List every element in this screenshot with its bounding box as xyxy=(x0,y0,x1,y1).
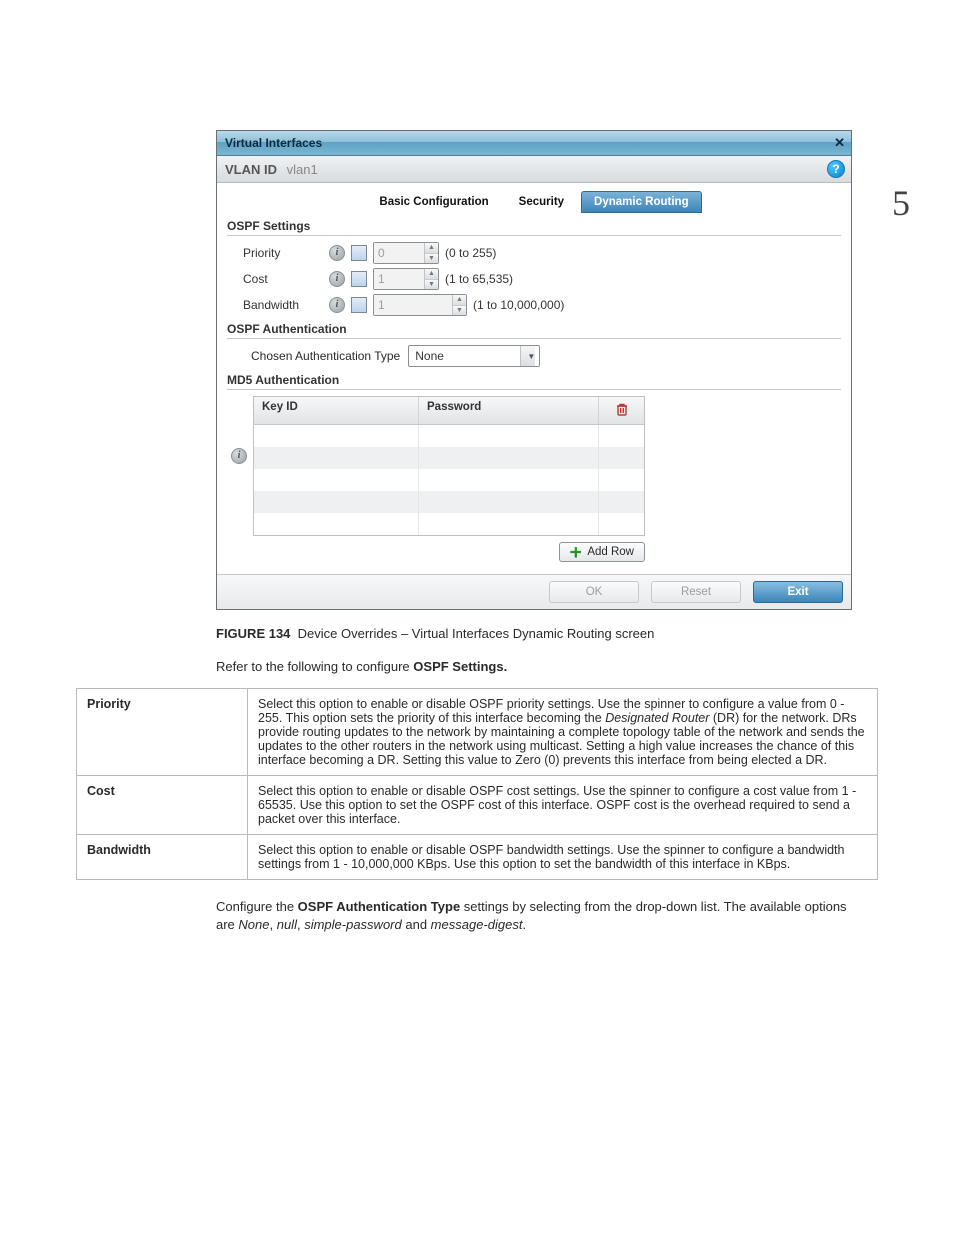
help-icon[interactable]: ? xyxy=(827,160,845,178)
cost-spinner[interactable]: ▲▼ xyxy=(373,268,439,290)
info-icon[interactable]: i xyxy=(329,271,345,287)
ok-button[interactable]: OK xyxy=(549,581,639,603)
setting-description: Select this option to enable or disable … xyxy=(248,689,878,776)
dialog-footer: OK Reset Exit xyxy=(217,574,851,609)
ospf-settings-heading: OSPF Settings xyxy=(227,219,841,236)
bandwidth-checkbox[interactable] xyxy=(351,297,367,313)
bandwidth-input[interactable] xyxy=(374,295,452,315)
info-icon[interactable]: i xyxy=(231,448,247,464)
vlan-id-text: VLAN ID vlan1 xyxy=(225,162,318,177)
md5-col-delete xyxy=(599,397,644,424)
reset-button[interactable]: Reset xyxy=(651,581,741,603)
auth-paragraph: Configure the OSPF Authentication Type s… xyxy=(216,898,854,933)
priority-label: Priority xyxy=(243,246,323,260)
setting-name: Cost xyxy=(77,776,248,835)
cost-checkbox[interactable] xyxy=(351,271,367,287)
plus-icon xyxy=(570,547,581,558)
trash-icon xyxy=(615,402,629,417)
table-row[interactable] xyxy=(254,425,644,447)
bandwidth-spinner[interactable]: ▲▼ xyxy=(373,294,467,316)
table-row[interactable] xyxy=(254,513,644,535)
priority-hint: (0 to 255) xyxy=(445,246,496,260)
table-row[interactable] xyxy=(254,491,644,513)
figure-caption: FIGURE 134 Device Overrides – Virtual In… xyxy=(216,626,914,641)
bandwidth-row: Bandwidth i ▲▼ (1 to 10,000,000) xyxy=(243,294,841,316)
md5-col-keyid[interactable]: Key ID xyxy=(254,397,419,424)
setting-name: Priority xyxy=(77,689,248,776)
add-row-button[interactable]: Add Row xyxy=(559,542,645,562)
auth-options: None xyxy=(238,917,269,932)
add-row-label: Add Row xyxy=(587,546,634,558)
cost-label: Cost xyxy=(243,272,323,286)
spinner-buttons[interactable]: ▲▼ xyxy=(424,269,438,289)
intro-pre: Refer to the following to configure xyxy=(216,659,413,674)
spinner-buttons[interactable]: ▲▼ xyxy=(452,295,466,315)
priority-spinner[interactable]: ▲▼ xyxy=(373,242,439,264)
table-row: Priority Select this option to enable or… xyxy=(77,689,878,776)
spinner-buttons[interactable]: ▲▼ xyxy=(424,243,438,263)
priority-checkbox[interactable] xyxy=(351,245,367,261)
auth-type-select[interactable]: None ▼ xyxy=(408,345,540,367)
close-icon[interactable]: ✕ xyxy=(834,135,845,151)
auth-type-value: None xyxy=(415,349,444,363)
intro-bold: OSPF Settings. xyxy=(413,659,507,674)
cost-input[interactable] xyxy=(374,269,424,289)
table-row[interactable] xyxy=(254,447,644,469)
figure-text: Device Overrides – Virtual Interfaces Dy… xyxy=(298,626,655,641)
exit-button[interactable]: Exit xyxy=(753,581,843,603)
virtual-interfaces-dialog: Virtual Interfaces ✕ VLAN ID vlan1 ? Bas… xyxy=(216,130,852,610)
md5-heading: MD5 Authentication xyxy=(227,373,841,390)
priority-row: Priority i ▲▼ (0 to 255) xyxy=(243,242,841,264)
tab-row: Basic Configuration Security Dynamic Rou… xyxy=(227,191,841,213)
auth-type-row: Chosen Authentication Type None ▼ xyxy=(251,345,841,367)
bandwidth-label: Bandwidth xyxy=(243,298,323,312)
auth-type-label: Chosen Authentication Type xyxy=(251,349,400,363)
vlan-id-value: vlan1 xyxy=(287,162,318,177)
intro-text: Refer to the following to configure OSPF… xyxy=(216,659,914,674)
info-icon[interactable]: i xyxy=(329,245,345,261)
page-number: 5 xyxy=(892,182,910,224)
setting-description: Select this option to enable or disable … xyxy=(248,835,878,880)
tab-basic-configuration[interactable]: Basic Configuration xyxy=(366,191,501,213)
md5-table-body xyxy=(254,425,644,535)
table-row: Bandwidth Select this option to enable o… xyxy=(77,835,878,880)
tab-dynamic-routing[interactable]: Dynamic Routing xyxy=(581,191,702,213)
info-icon[interactable]: i xyxy=(329,297,345,313)
table-row[interactable] xyxy=(254,469,644,491)
ospf-settings-description-table: Priority Select this option to enable or… xyxy=(76,688,878,880)
dialog-title: Virtual Interfaces xyxy=(225,136,322,150)
chevron-down-icon: ▼ xyxy=(520,346,535,366)
setting-description: Select this option to enable or disable … xyxy=(248,776,878,835)
tab-security[interactable]: Security xyxy=(506,191,577,213)
figure-label: FIGURE 134 xyxy=(216,626,290,641)
vlan-id-label: VLAN ID xyxy=(225,162,277,177)
table-row: Cost Select this option to enable or dis… xyxy=(77,776,878,835)
cost-row: Cost i ▲▼ (1 to 65,535) xyxy=(243,268,841,290)
ospf-auth-heading: OSPF Authentication xyxy=(227,322,841,339)
md5-table: Key ID Password xyxy=(253,396,645,536)
md5-col-password[interactable]: Password xyxy=(419,397,599,424)
cost-hint: (1 to 65,535) xyxy=(445,272,513,286)
priority-input[interactable] xyxy=(374,243,424,263)
setting-name: Bandwidth xyxy=(77,835,248,880)
bandwidth-hint: (1 to 10,000,000) xyxy=(473,298,564,312)
